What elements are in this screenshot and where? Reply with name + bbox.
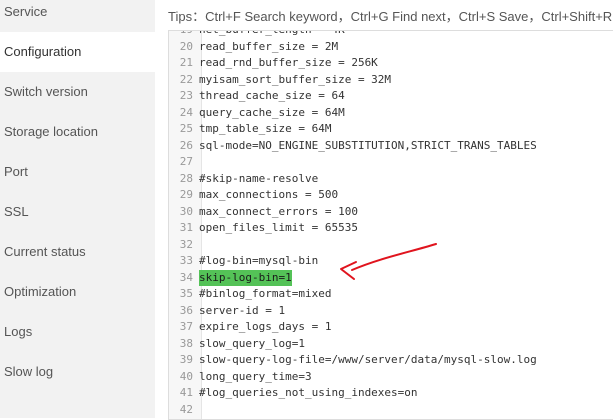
line-number: 35 <box>179 287 193 300</box>
sidebar-item-optimization[interactable]: Optimization <box>0 272 155 312</box>
line-text[interactable]: #skip-name-resolve <box>199 171 318 188</box>
line-text[interactable]: open_files_limit = 65535 <box>199 220 358 237</box>
code-line[interactable]: 23 thread_cache_size = 64 <box>169 88 613 105</box>
line-text[interactable]: sql-mode=NO_ENGINE_SUBSTITUTION,STRICT_T… <box>199 138 537 155</box>
line-text[interactable]: slow-query-log-file=/www/server/data/mys… <box>199 352 537 369</box>
line-number: 19 <box>169 31 199 39</box>
line-number: 33 <box>179 254 193 267</box>
line-number: 31 <box>179 221 193 234</box>
code-line[interactable]: 42 <box>169 402 613 419</box>
sidebar-item-current-status[interactable]: Current status <box>0 232 155 272</box>
sidebar: Service Configuration Switch version Sto… <box>0 0 155 418</box>
sidebar-item-configuration[interactable]: Configuration <box>0 32 155 72</box>
line-number: 26 <box>179 138 193 152</box>
code-line[interactable]: 27 <box>169 154 613 171</box>
line-text[interactable]: long_query_time=3 <box>199 369 312 386</box>
line-number: 36 <box>179 303 193 317</box>
code-line[interactable]: 32 <box>169 237 613 254</box>
sidebar-item-switch-version[interactable]: Switch version <box>0 72 155 112</box>
line-number: 21 <box>179 56 193 69</box>
line-number: 34 <box>179 270 193 284</box>
code-line[interactable]: 33 #log-bin=mysql-bin <box>169 253 613 270</box>
code-line[interactable]: 40 long_query_time=3 <box>169 369 613 386</box>
tips-text: Tips：Ctrl+F Search keyword，Ctrl+G Find n… <box>168 9 613 24</box>
code-line[interactable]: 36 server-id = 1 <box>169 303 613 320</box>
line-number: 23 <box>179 89 193 102</box>
sidebar-item-storage-location[interactable]: Storage location <box>0 112 155 152</box>
code-lines[interactable]: 19net_buffer_length = 4K20read_buffer_si… <box>169 31 613 419</box>
code-line[interactable]: 34 skip-log-bin=1 <box>169 269 613 286</box>
line-text[interactable]: #log_queries_not_using_indexes=on <box>199 385 418 402</box>
code-line[interactable]: 37 expire_logs_days = 1 <box>169 319 613 336</box>
code-line[interactable]: 28 #skip-name-resolve <box>169 171 613 188</box>
line-number: 20 <box>179 39 193 53</box>
code-line[interactable]: 31 open_files_limit = 65535 <box>169 220 613 237</box>
line-text[interactable]: read_buffer_size = 2M <box>199 39 338 56</box>
code-line[interactable]: 35 #binlog_format=mixed <box>169 286 613 303</box>
line-text[interactable]: #binlog_format=mixed <box>199 286 331 303</box>
sidebar-item-logs[interactable]: Logs <box>0 312 155 352</box>
code-line[interactable]: 24 query_cache_size = 64M <box>169 105 613 122</box>
line-number: 39 <box>179 353 193 366</box>
code-line[interactable]: 38 slow_query_log=1 <box>169 336 613 353</box>
sidebar-item-port[interactable]: Port <box>0 152 155 192</box>
sidebar-item-slow-log[interactable]: Slow log <box>0 352 155 392</box>
line-number: 24 <box>179 105 193 119</box>
code-line[interactable]: 25 tmp_table_size = 64M <box>169 121 613 138</box>
code-line[interactable]: 21 read_rnd_buffer_size = 256K <box>169 55 613 72</box>
code-line[interactable]: 20 read_buffer_size = 2M <box>169 39 613 56</box>
line-text[interactable]: max_connect_errors = 100 <box>199 204 358 221</box>
line-number: 27 <box>179 155 193 168</box>
code-line[interactable]: 29 max_connections = 500 <box>169 187 613 204</box>
line-number: 41 <box>179 386 193 399</box>
line-number: 32 <box>179 237 193 251</box>
code-line[interactable]: 30 max_connect_errors = 100 <box>169 204 613 221</box>
line-text[interactable]: #log-bin=mysql-bin <box>199 253 318 270</box>
code-line[interactable]: 41 #log_queries_not_using_indexes=on <box>169 385 613 402</box>
line-number: 25 <box>179 122 193 135</box>
line-text[interactable]: myisam_sort_buffer_size = 32M <box>199 72 391 89</box>
highlighted-line-text[interactable]: skip-log-bin=1 <box>199 269 292 286</box>
code-line[interactable]: 19net_buffer_length = 4K <box>169 31 613 39</box>
code-line[interactable]: 39 slow-query-log-file=/www/server/data/m… <box>169 352 613 369</box>
line-text[interactable]: max_connections = 500 <box>199 187 338 204</box>
line-text[interactable]: thread_cache_size = 64 <box>199 88 345 105</box>
code-line[interactable]: 22 myisam_sort_buffer_size = 32M <box>169 72 613 89</box>
line-number: 40 <box>179 369 193 383</box>
sidebar-item-service[interactable]: Service <box>0 0 155 32</box>
line-number: 22 <box>179 72 193 86</box>
line-text[interactable]: tmp_table_size = 64M <box>199 121 331 138</box>
line-number: 37 <box>179 320 193 333</box>
line-text[interactable]: slow_query_log=1 <box>199 336 305 353</box>
line-number: 28 <box>179 171 193 185</box>
line-text[interactable]: expire_logs_days = 1 <box>199 319 331 336</box>
line-number: 42 <box>179 402 193 416</box>
sidebar-item-ssl[interactable]: SSL <box>0 192 155 232</box>
line-text[interactable]: net_buffer_length = 4K <box>199 31 345 39</box>
line-text[interactable]: server-id = 1 <box>199 303 285 320</box>
config-editor[interactable]: 19net_buffer_length = 4K20read_buffer_si… <box>168 30 613 420</box>
line-text[interactable]: query_cache_size = 64M <box>199 105 345 122</box>
line-number: 29 <box>179 188 193 201</box>
code-line[interactable]: 26 sql-mode=NO_ENGINE_SUBSTITUTION,STRICT… <box>169 138 613 155</box>
line-text[interactable]: read_rnd_buffer_size = 256K <box>199 55 378 72</box>
line-number: 30 <box>179 204 193 218</box>
line-number: 38 <box>179 336 193 350</box>
